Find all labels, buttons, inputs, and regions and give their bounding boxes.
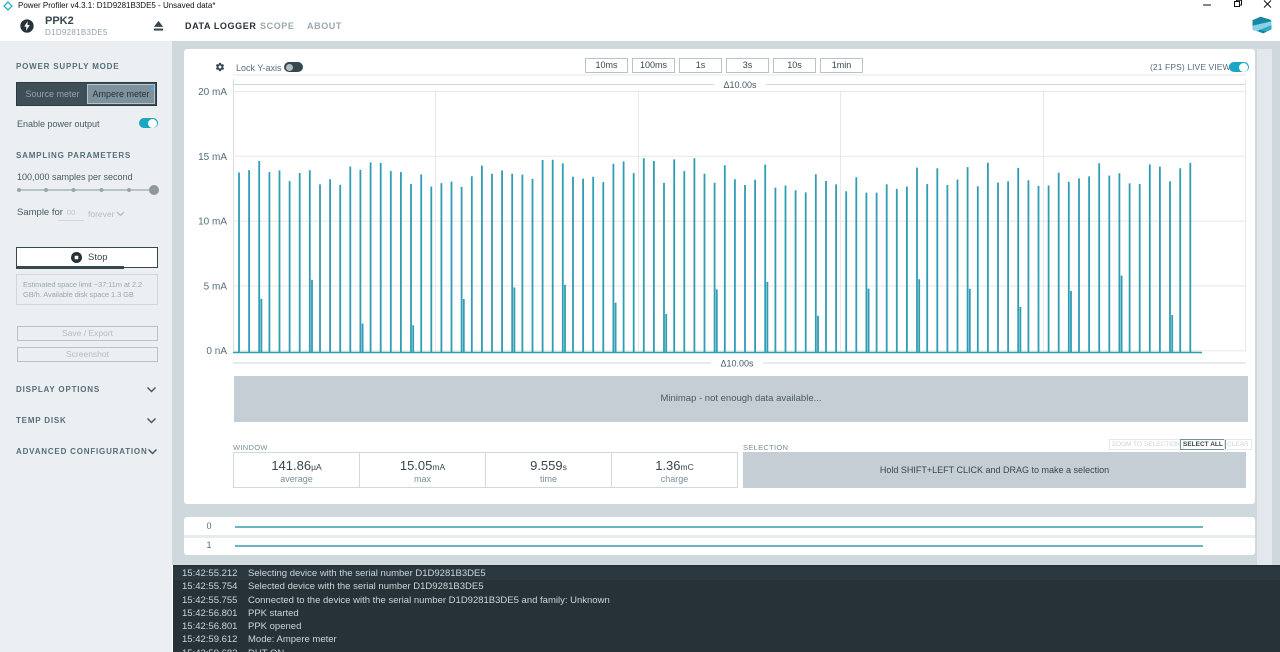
svg-text:Δ10.00s: Δ10.00s (723, 80, 757, 90)
svg-text:10 mA: 10 mA (198, 217, 227, 228)
svg-text:15 mA: 15 mA (198, 152, 227, 163)
svg-text:5 mA: 5 mA (204, 281, 228, 292)
svg-text:Δ10.00s: Δ10.00s (720, 359, 754, 369)
svg-text:20 mA: 20 mA (198, 87, 227, 98)
svg-text:0 nA: 0 nA (206, 346, 227, 357)
